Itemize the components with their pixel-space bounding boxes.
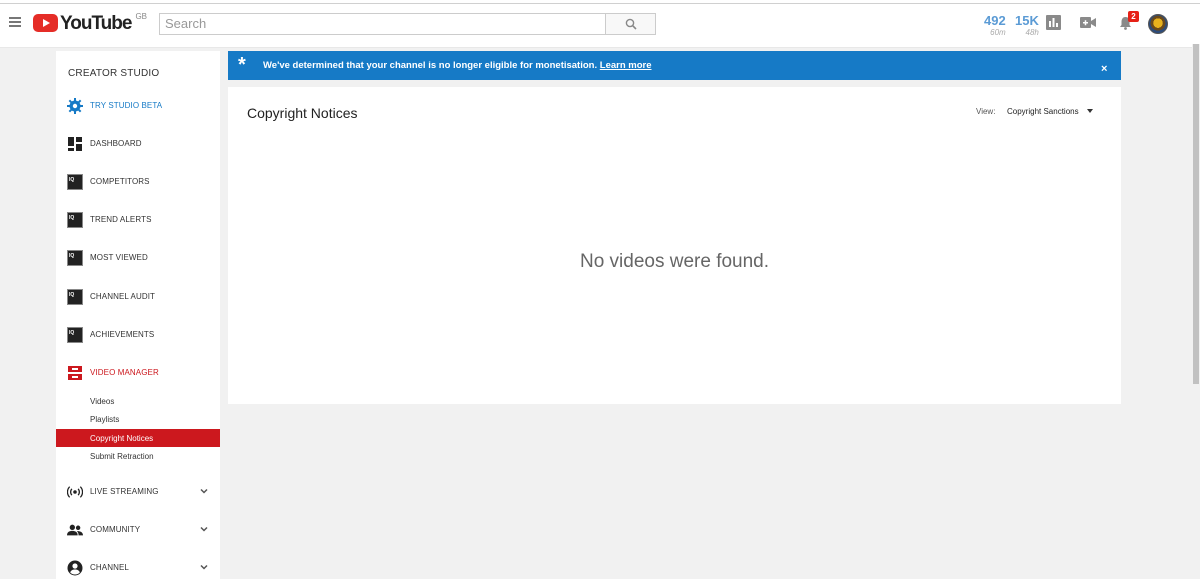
vidiq-icon [67,250,83,266]
sidebar-item-label: CHANNEL AUDIT [90,292,156,301]
notification-badge: 2 [1128,11,1139,22]
sidebar-item-competitors[interactable]: COMPETITORS [56,172,220,192]
sidebar-item-channel[interactable]: CHANNEL [56,558,220,578]
sidebar-item-label: TREND ALERTS [90,215,152,224]
sidebar-item-label: VIDEO MANAGER [90,368,159,377]
menu-icon[interactable] [9,17,21,27]
empty-state-message: No videos were found. [579,251,770,272]
chevron-down-icon[interactable] [199,562,209,572]
analytics-icon[interactable] [1046,15,1061,30]
copyright-notices-panel: Copyright Notices View: Copyright Sancti… [228,87,1121,404]
search-input[interactable]: Search [159,13,606,35]
sidebar-item-label: CHANNEL [90,563,129,572]
masthead: YouTube GB Search 492 60m 15K 48h 2 [0,0,1200,48]
dashboard-icon [68,137,82,151]
sidebar-subitem-label: Playlists [90,415,120,424]
sidebar-subitem-label: Submit Retraction [90,452,154,461]
page-scrollbar[interactable] [1192,44,1200,579]
banner-message: We've determined that your channel is no… [263,60,652,71]
sidebar-item-label: COMMUNITY [90,525,141,534]
sidebar-item-label: MOST VIEWED [90,253,148,262]
banner-text: We've determined that your channel is no… [263,60,598,71]
sidebar-item-label: TRY STUDIO BETA [90,101,163,110]
creator-studio-sidebar: CREATOR STUDIO TRY STUDIO BETA DASHBOARD… [56,51,220,579]
youtube-logo[interactable]: YouTube GB [33,12,148,34]
sidebar-item-live-streaming[interactable]: LIVE STREAMING [56,482,220,502]
account-avatar[interactable] [1148,14,1168,34]
vidiq-icon [67,289,83,305]
view-dropdown[interactable]: Copyright Sanctions [1007,107,1079,116]
search-button[interactable] [605,13,656,35]
sidebar-item-video-manager[interactable]: VIDEO MANAGER [56,363,220,383]
sidebar-title: CREATOR STUDIO [68,68,160,79]
search-placeholder: Search [165,16,207,31]
sidebar-subitem-label: Copyright Notices [90,434,154,443]
sidebar-item-label: DASHBOARD [90,139,142,148]
sidebar-item-label: ACHIEVEMENTS [90,330,155,339]
video-manager-icon [68,366,82,380]
stat-period: 60m [990,28,1006,37]
page-title: Copyright Notices [247,105,358,121]
sidebar-subitem-playlists[interactable]: Playlists [56,410,220,428]
vidiq-icon [67,212,83,228]
gear-icon [67,98,83,114]
stat-value: 15K [1015,13,1039,28]
vidiq-icon [67,327,83,343]
logo-text: YouTube [60,13,132,34]
asterisk-icon: * [238,54,246,76]
close-icon[interactable]: × [1101,64,1107,75]
sidebar-item-community[interactable]: COMMUNITY [56,520,220,540]
stat-value: 492 [984,13,1006,28]
live-streaming-icon [67,486,83,498]
sidebar-item-trend-alerts[interactable]: TREND ALERTS [56,210,220,230]
sidebar-subitem-label: Videos [90,397,115,406]
view-label: View: [976,107,996,116]
realtime-views-60m[interactable]: 492 60m [984,14,1006,38]
region-code: GB [135,12,148,21]
sidebar-item-label: LIVE STREAMING [90,487,159,496]
dropdown-caret-icon[interactable] [1087,109,1093,113]
sidebar-item-channel-audit[interactable]: CHANNEL AUDIT [56,287,220,307]
search-icon [625,18,637,30]
monetisation-banner: * We've determined that your channel is … [228,51,1121,80]
sidebar-item-achievements[interactable]: ACHIEVEMENTS [56,325,220,345]
browser-edge [0,0,1200,4]
vidiq-icon [67,174,83,190]
stat-period: 48h [1025,28,1039,37]
youtube-play-icon [33,14,58,32]
sidebar-item-label: COMPETITORS [90,177,150,186]
sidebar-item-most-viewed[interactable]: MOST VIEWED [56,248,220,268]
learn-more-link[interactable]: Learn more [600,60,652,71]
account-circle-icon [67,560,83,576]
chevron-down-icon[interactable] [199,486,209,496]
chevron-down-icon[interactable] [199,524,209,534]
sidebar-item-try-studio-beta[interactable]: TRY STUDIO BETA [56,96,220,116]
sidebar-subitem-submit-retraction[interactable]: Submit Retraction [56,447,220,465]
realtime-views-48h[interactable]: 15K 48h [1015,14,1039,38]
sidebar-subitem-videos[interactable]: Videos [56,392,220,410]
community-icon [67,524,83,536]
sidebar-subitem-copyright-notices[interactable]: Copyright Notices [56,429,220,447]
sidebar-item-dashboard[interactable]: DASHBOARD [56,134,220,154]
scrollbar-thumb[interactable] [1193,44,1199,384]
upload-video-icon[interactable] [1080,17,1096,28]
